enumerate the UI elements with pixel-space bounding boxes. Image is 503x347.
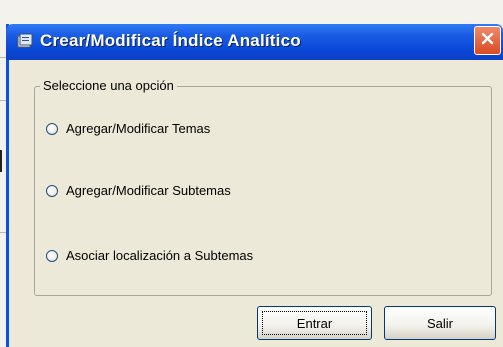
window-app-icon (17, 33, 33, 49)
dialog-title: Crear/Modificar Índice Analítico (40, 31, 301, 50)
radio-label: Asociar localización a Subtemas (66, 248, 254, 263)
background-text-cursor (0, 150, 2, 172)
radio-icon[interactable] (46, 249, 58, 262)
close-icon (480, 31, 495, 51)
salir-button-label: Salir (426, 315, 453, 331)
entrar-button[interactable]: Entrar (257, 306, 372, 340)
radio-label: Agregar/Modificar Temas (66, 121, 211, 136)
group-legend: Seleccione una opción (40, 78, 177, 93)
radio-icon[interactable] (46, 122, 58, 135)
radio-icon[interactable] (46, 184, 58, 197)
salir-button[interactable]: Salir (384, 306, 496, 340)
radio-label: Agregar/Modificar Subtemas (66, 183, 231, 198)
radio-option-subtemas[interactable]: Agregar/Modificar Subtemas (46, 183, 231, 198)
radio-option-asociar[interactable]: Asociar localización a Subtemas (46, 248, 253, 263)
close-button[interactable] (474, 26, 501, 55)
title-bar[interactable]: Crear/Modificar Índice Analítico (6, 24, 503, 60)
radio-option-temas[interactable]: Agregar/Modificar Temas (46, 121, 210, 136)
focus-rectangle (262, 311, 367, 335)
